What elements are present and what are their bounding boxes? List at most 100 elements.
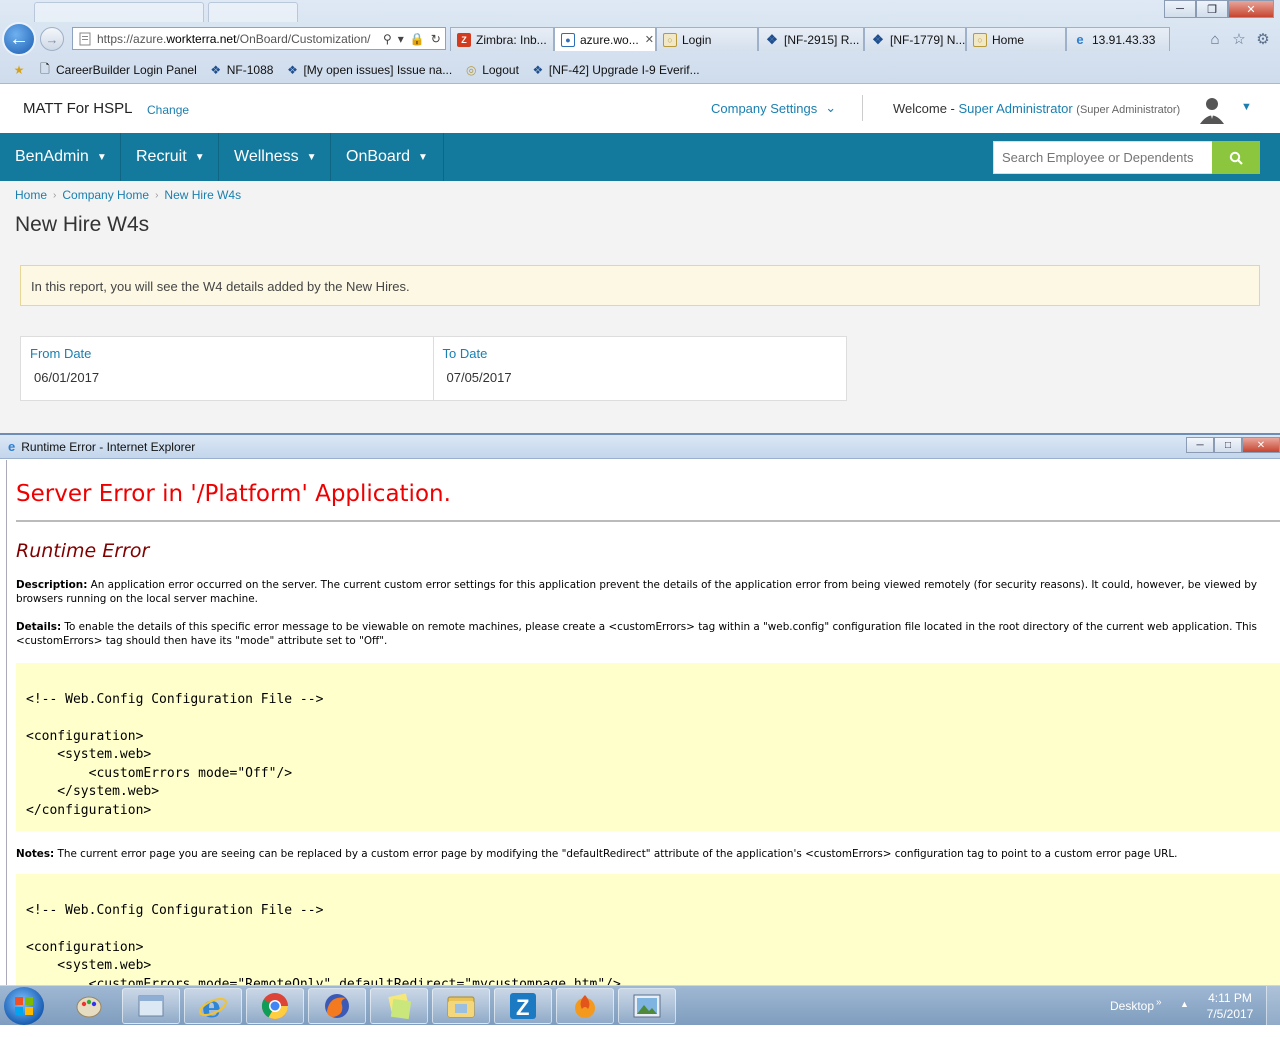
home-icon[interactable]: ⌂ [1206, 30, 1224, 48]
taskbar-firefox[interactable] [308, 988, 366, 1024]
lock-icon[interactable]: 🔒 [410, 32, 425, 46]
chrome-icon [261, 993, 289, 1020]
taskbar-app-flame[interactable] [556, 988, 614, 1024]
popup-titlebar[interactable]: e Runtime Error - Internet Explorer ─ □ … [0, 435, 1280, 459]
from-date-label: From Date [30, 346, 92, 361]
config-code-block-2: <!-- Web.Config Configuration File --> <… [16, 874, 1280, 985]
search-button[interactable] [1212, 141, 1260, 174]
to-date-value[interactable]: 07/05/2017 [447, 370, 838, 385]
nav-onboard[interactable]: OnBoard ▼ [331, 133, 444, 181]
desktop-toolbar[interactable]: Desktop» [1110, 997, 1162, 1013]
maximize-icon[interactable]: □ [1214, 437, 1242, 453]
chevron-down-icon: ▼ [194, 151, 205, 163]
favorite-nf-1088[interactable]: ❖ NF-1088 [209, 63, 274, 77]
favorites-star-icon[interactable]: ☆ [1230, 30, 1248, 48]
clock-date: 7/5/2017 [1206, 1007, 1254, 1021]
windows-logo-icon [15, 997, 33, 1015]
address-bar[interactable]: https://azure.workterra.net/OnBoard/Cust… [72, 27, 446, 50]
tab-nf-1779[interactable]: ❖ [NF-1779] N... [864, 27, 966, 51]
browser-chrome: ─ ❐ ✕ ← → https://azure.workterra.net/On… [0, 0, 1280, 84]
nav-label: OnBoard [346, 148, 411, 165]
folder-icon [447, 996, 475, 1018]
jira-icon: ❖ [872, 31, 884, 47]
header-divider [862, 95, 863, 121]
popup-window-controls: ─ □ ✕ [1186, 437, 1280, 453]
breadcrumb-current[interactable]: New Hire W4s [164, 188, 241, 202]
change-company-link[interactable]: Change [147, 103, 189, 117]
nav-recruit[interactable]: Recruit ▼ [121, 133, 219, 181]
taskbar-internet-explorer[interactable]: e [184, 988, 242, 1024]
tab-azure[interactable]: ● azure.wo... ✕ [554, 27, 656, 51]
close-icon[interactable]: ✕ [1242, 437, 1280, 453]
welcome-prefix: Welcome - [893, 101, 959, 116]
user-menu-caret-icon[interactable]: ▼ [1241, 101, 1252, 113]
page-content: Home › Company Home › New Hire W4s New H… [0, 181, 1280, 433]
tab-nf-2915[interactable]: ❖ [NF-2915] R... [758, 27, 864, 51]
show-desktop-button[interactable] [1266, 986, 1280, 1026]
nav-wellness[interactable]: Wellness ▼ [219, 133, 331, 181]
back-button[interactable]: ← [2, 22, 36, 56]
error-divider [16, 520, 1280, 522]
user-name-link[interactable]: Super Administrator [959, 101, 1073, 116]
from-date-value[interactable]: 06/01/2017 [34, 370, 424, 385]
jira-icon: ❖ [766, 31, 778, 47]
login-icon: ○ [663, 32, 677, 47]
favorites-star-add-icon[interactable]: ★ [12, 63, 26, 77]
minimize-icon[interactable]: ─ [1164, 0, 1196, 18]
to-date-label: To Date [442, 346, 488, 361]
taskbar-window[interactable] [122, 988, 180, 1024]
favorite-logout[interactable]: ◎ Logout [464, 63, 519, 77]
ie-icon: e [8, 439, 16, 454]
taskbar-sticky-notes[interactable] [370, 988, 428, 1024]
jira-icon: ❖ [287, 63, 298, 77]
forward-button[interactable]: → [40, 27, 64, 51]
tab-home[interactable]: ○ Home [966, 27, 1066, 51]
tab-ip[interactable]: e 13.91.43.33 [1066, 27, 1170, 51]
details-label: Details: [16, 621, 62, 633]
close-tab-icon[interactable]: ✕ [645, 33, 654, 46]
minimize-icon[interactable]: ─ [1186, 437, 1214, 453]
restore-icon[interactable]: ❐ [1196, 0, 1228, 18]
favorite-label: [NF-42] Upgrade I-9 Everif... [548, 63, 700, 77]
error-page-body: Server Error in '/Platform' Application.… [6, 460, 1280, 985]
favorite-label: NF-1088 [226, 63, 274, 77]
close-icon[interactable]: ✕ [1228, 0, 1274, 18]
screen: ─ ❐ ✕ ← → https://azure.workterra.net/On… [0, 0, 1280, 1037]
start-button[interactable] [4, 987, 44, 1025]
taskbar-photo-viewer[interactable] [618, 988, 676, 1024]
jira-icon: ❖ [210, 63, 222, 77]
system-clock[interactable]: 4:11 PM 7/5/2017 [1200, 990, 1260, 1022]
info-alert: In this report, you will see the W4 deta… [20, 265, 1260, 306]
chevron-down-icon: ⌄ [825, 100, 837, 115]
taskbar-zimbra[interactable]: Z [494, 988, 552, 1024]
favorite-nf-42[interactable]: ❖ [NF-42] Upgrade I-9 Everif... [531, 63, 700, 77]
dropdown-icon[interactable]: ▾ [398, 32, 404, 46]
chevron-down-icon: ▼ [418, 151, 428, 163]
taskbar-chrome[interactable] [246, 988, 304, 1024]
avatar[interactable] [1197, 95, 1227, 125]
search-input[interactable] [993, 141, 1213, 174]
company-settings-dropdown[interactable]: Company Settings ⌄ [711, 100, 836, 116]
nav-benadmin[interactable]: BenAdmin ▼ [0, 133, 121, 181]
chevron-down-icon: ▼ [96, 151, 107, 163]
tab-zimbra[interactable]: Z Zimbra: Inb... [450, 27, 554, 51]
refresh-icon[interactable]: ↻ [431, 32, 441, 46]
tab-label: Zimbra: Inb... [476, 32, 547, 47]
breadcrumb-home[interactable]: Home [15, 188, 47, 202]
search-icon[interactable]: ⚲ [383, 32, 392, 46]
to-date-cell[interactable]: To Date 07/05/2017 [434, 337, 847, 400]
tab-label: [NF-1779] N... [890, 32, 966, 47]
tray-expand-icon[interactable]: ▲ [1180, 999, 1189, 1009]
tab-login[interactable]: ○ Login [656, 27, 758, 51]
favorite-open-issues[interactable]: ❖ [My open issues] Issue na... [285, 63, 452, 77]
page-icon [77, 31, 93, 47]
from-date-cell[interactable]: From Date 06/01/2017 [21, 337, 434, 400]
favorite-careerbuilder[interactable]: 🗋 CareerBuilder Login Panel [38, 62, 197, 78]
taskbar-paint[interactable] [60, 988, 118, 1024]
breadcrumb-company-home[interactable]: Company Home [62, 188, 149, 202]
popup-title: Runtime Error - Internet Explorer [21, 439, 196, 454]
description-text: An application error occurred on the ser… [16, 579, 1258, 605]
notes-text: The current error page you are seeing ca… [54, 848, 1178, 860]
gear-icon[interactable]: ⚙ [1254, 30, 1272, 48]
taskbar-explorer[interactable] [432, 988, 490, 1024]
